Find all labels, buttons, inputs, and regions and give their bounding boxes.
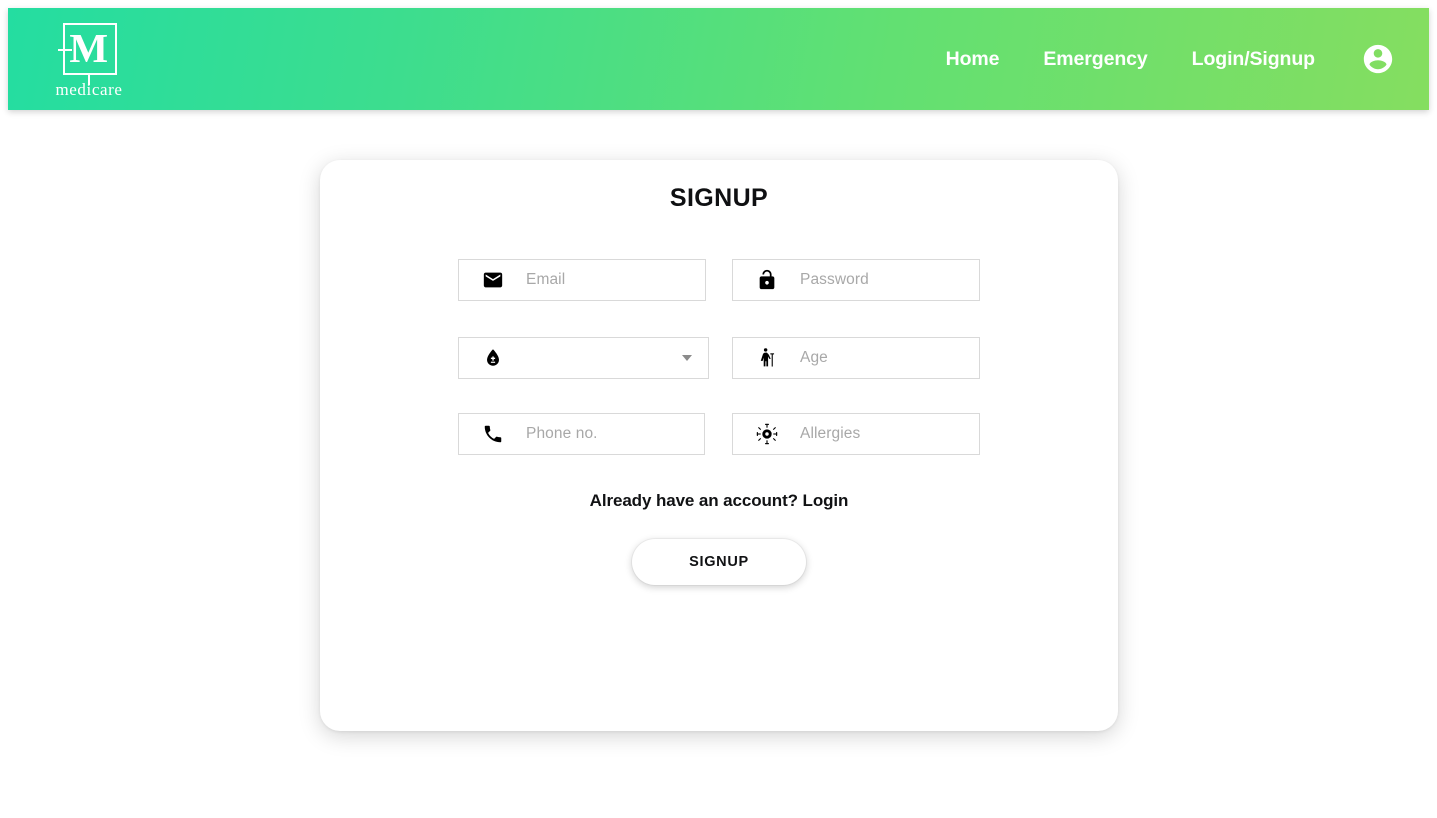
signup-form: Email Password Age Phone no. Allergies A… xyxy=(320,259,1118,585)
form-row-2: Age xyxy=(458,337,980,379)
nav-link-login-signup[interactable]: Login/Signup xyxy=(1170,42,1337,77)
password-field[interactable]: Password xyxy=(732,259,980,301)
chevron-down-icon[interactable] xyxy=(682,355,692,361)
bloodtype-icon xyxy=(481,346,505,370)
email-icon xyxy=(481,268,505,292)
phone-field[interactable]: Phone no. xyxy=(458,413,705,455)
logo-letter: M xyxy=(69,25,109,71)
age-field[interactable]: Age xyxy=(732,337,980,379)
phone-placeholder: Phone no. xyxy=(526,425,598,442)
password-placeholder: Password xyxy=(800,271,869,288)
email-placeholder: Email xyxy=(526,271,566,288)
signup-card: SIGNUP Email Password Age Phone no. Alle… xyxy=(320,160,1118,731)
coronavirus-icon xyxy=(755,422,779,446)
login-prompt[interactable]: Already have an account? Login xyxy=(458,491,980,511)
brand-logo[interactable]: M medicare xyxy=(34,21,144,98)
phone-icon xyxy=(481,422,505,446)
bloodtype-select[interactable] xyxy=(458,337,709,379)
site-header: M medicare Home Emergency Login/Signup xyxy=(8,8,1429,110)
elderly-icon xyxy=(755,346,779,370)
page-title: SIGNUP xyxy=(669,184,769,212)
lock-open-icon xyxy=(755,268,779,292)
account-circle-icon[interactable] xyxy=(1361,42,1395,76)
age-placeholder: Age xyxy=(800,349,828,366)
nav-link-home[interactable]: Home xyxy=(924,42,1022,77)
login-prompt-text[interactable]: Already have an account? Login xyxy=(590,491,849,510)
signup-button[interactable]: SIGNUP xyxy=(632,539,806,585)
medicare-logo-icon: M xyxy=(58,21,120,85)
form-row-1: Email Password xyxy=(458,259,980,301)
submit-row: SIGNUP xyxy=(458,539,980,585)
form-row-3: Phone no. Allergies xyxy=(458,413,980,455)
main-navigation: Home Emergency Login/Signup xyxy=(924,42,1401,77)
allergies-placeholder: Allergies xyxy=(800,425,861,442)
nav-link-emergency[interactable]: Emergency xyxy=(1021,42,1169,77)
email-field[interactable]: Email xyxy=(458,259,706,301)
allergies-field[interactable]: Allergies xyxy=(732,413,980,455)
